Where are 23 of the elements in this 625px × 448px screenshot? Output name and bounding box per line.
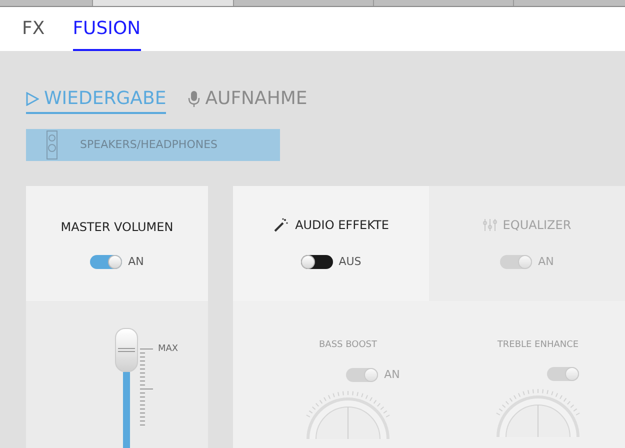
slider-thumb[interactable] — [115, 328, 138, 372]
microphone-icon — [188, 90, 200, 108]
play-icon — [26, 92, 39, 106]
magic-wand-icon — [273, 217, 290, 233]
toggle-switch[interactable] — [90, 255, 122, 270]
tab[interactable]: FUSION — [72, 7, 141, 51]
effect-title: TREBLE ENHANCE — [497, 339, 579, 352]
mode-tab[interactable]: WIEDERGABE — [26, 85, 166, 114]
section-title: EQUALIZER — [502, 217, 572, 234]
mode-tab[interactable]: AUFNAHME — [188, 85, 308, 114]
effect-title: BASS BOOST — [318, 339, 377, 352]
toggle-switch[interactable] — [300, 255, 333, 270]
panel-title: MASTER VOLUMEN — [60, 219, 174, 236]
equalizer-icon — [482, 218, 497, 232]
speaker-icon — [46, 130, 58, 160]
section-title: AUDIO EFFEKTE — [295, 217, 389, 234]
tab[interactable]: FX — [22, 7, 45, 51]
toggle-label: AN — [128, 254, 144, 270]
toggle-label: AUS — [338, 254, 362, 270]
device-button[interactable]: SPEAKERS/HEADPHONES — [26, 128, 280, 161]
toggle-label: AN — [538, 254, 554, 270]
max-label: MAX — [158, 343, 178, 356]
toggle-label: AN — [384, 366, 400, 382]
